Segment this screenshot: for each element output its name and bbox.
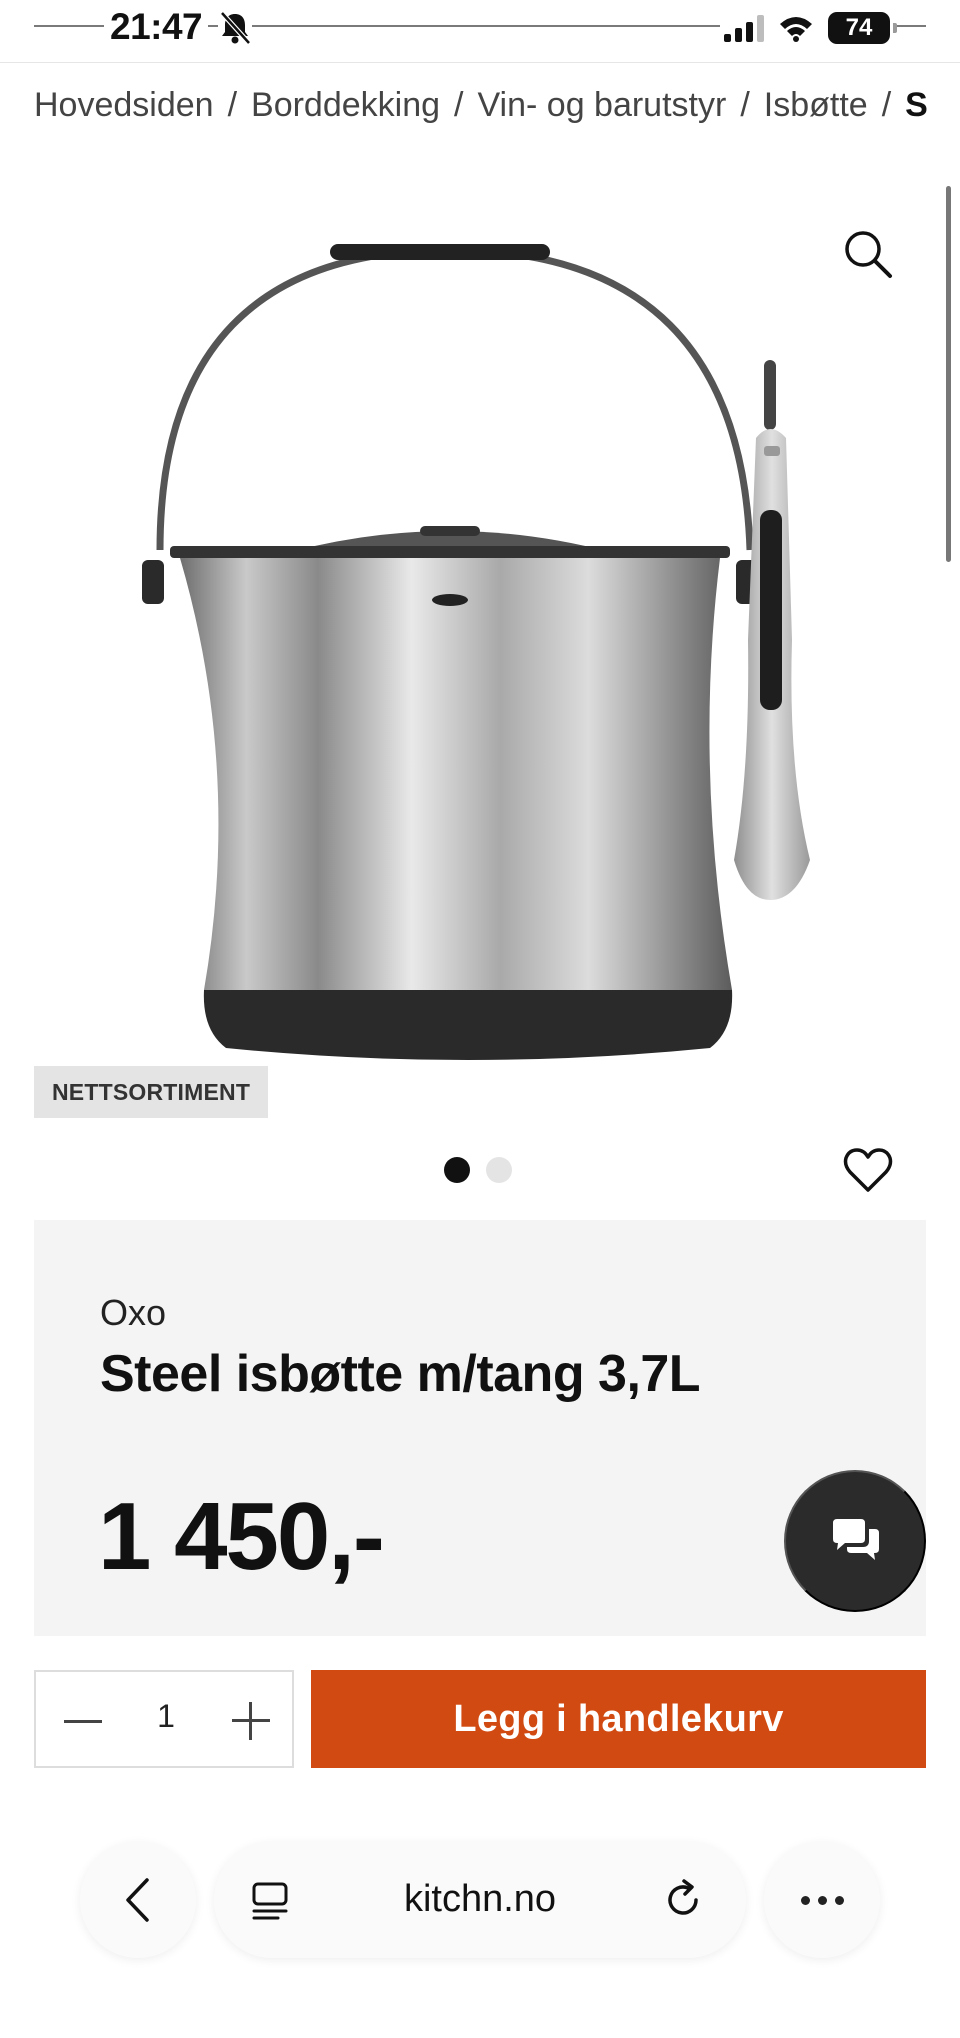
- product-image[interactable]: [120, 210, 840, 1090]
- gallery-dot-1[interactable]: [444, 1157, 470, 1183]
- breadcrumb-item-borddekking[interactable]: Borddekking: [251, 86, 440, 124]
- add-to-cart-button[interactable]: Legg i handlekurv: [311, 1670, 926, 1768]
- breadcrumb-item-home[interactable]: Hovedsiden: [34, 86, 214, 124]
- breadcrumb: Hovedsiden / Borddekking / Vin- og barutstyr…: [34, 86, 960, 125]
- breadcrumb-item-vin-og-barutstyr[interactable]: Vin- og barutstyr: [477, 86, 726, 124]
- status-icons: 74: [720, 8, 897, 48]
- status-bar: 21:47 74: [0, 0, 960, 62]
- back-button[interactable]: [80, 1842, 196, 1958]
- page-scrollbar[interactable]: [946, 186, 951, 562]
- reload-icon[interactable]: [662, 1878, 706, 1922]
- more-dot: [800, 1895, 810, 1905]
- status-time: 21:47: [104, 6, 209, 48]
- gallery-pagination: [444, 1157, 512, 1183]
- breadcrumb-item-isbotte[interactable]: Isbøtte: [764, 86, 868, 124]
- heart-icon[interactable]: [842, 1145, 894, 1195]
- quantity-value[interactable]: 1: [146, 1698, 186, 1735]
- address-bar[interactable]: kitchn.no: [214, 1842, 746, 1958]
- browser-toolbar: kitchn.no: [0, 1820, 960, 2038]
- bell-slash-icon: [218, 10, 252, 46]
- signal-icon: [724, 14, 764, 42]
- top-divider: [0, 62, 960, 63]
- quantity-stepper: 1: [34, 1670, 294, 1768]
- more-options-button[interactable]: [764, 1842, 880, 1958]
- chat-icon: [833, 1519, 879, 1560]
- wifi-icon: [780, 17, 812, 42]
- assortment-badge: NETTSORTIMENT: [34, 1066, 269, 1118]
- product-brand[interactable]: Oxo: [100, 1292, 166, 1334]
- decrease-quantity-button[interactable]: [58, 1696, 108, 1746]
- breadcrumb-item-current: S: [905, 86, 928, 124]
- more-dot: [817, 1895, 827, 1905]
- product-price: 1 450,-: [98, 1483, 385, 1590]
- more-dot: [834, 1895, 844, 1905]
- zoom-icon[interactable]: [842, 228, 894, 280]
- product-gallery[interactable]: [0, 170, 960, 1090]
- breadcrumb-separator: /: [454, 86, 464, 124]
- breadcrumb-separator: /: [740, 86, 750, 124]
- product-title: Steel isbøtte m/tang 3,7L: [100, 1345, 701, 1403]
- breadcrumb-separator: /: [881, 86, 892, 124]
- battery-icon: 74: [828, 12, 897, 44]
- increase-quantity-button[interactable]: [226, 1696, 276, 1746]
- breadcrumb-separator: /: [227, 86, 238, 124]
- chat-button[interactable]: [784, 1470, 926, 1612]
- chevron-left-icon: [126, 1878, 149, 1922]
- gallery-dot-2[interactable]: [486, 1157, 512, 1183]
